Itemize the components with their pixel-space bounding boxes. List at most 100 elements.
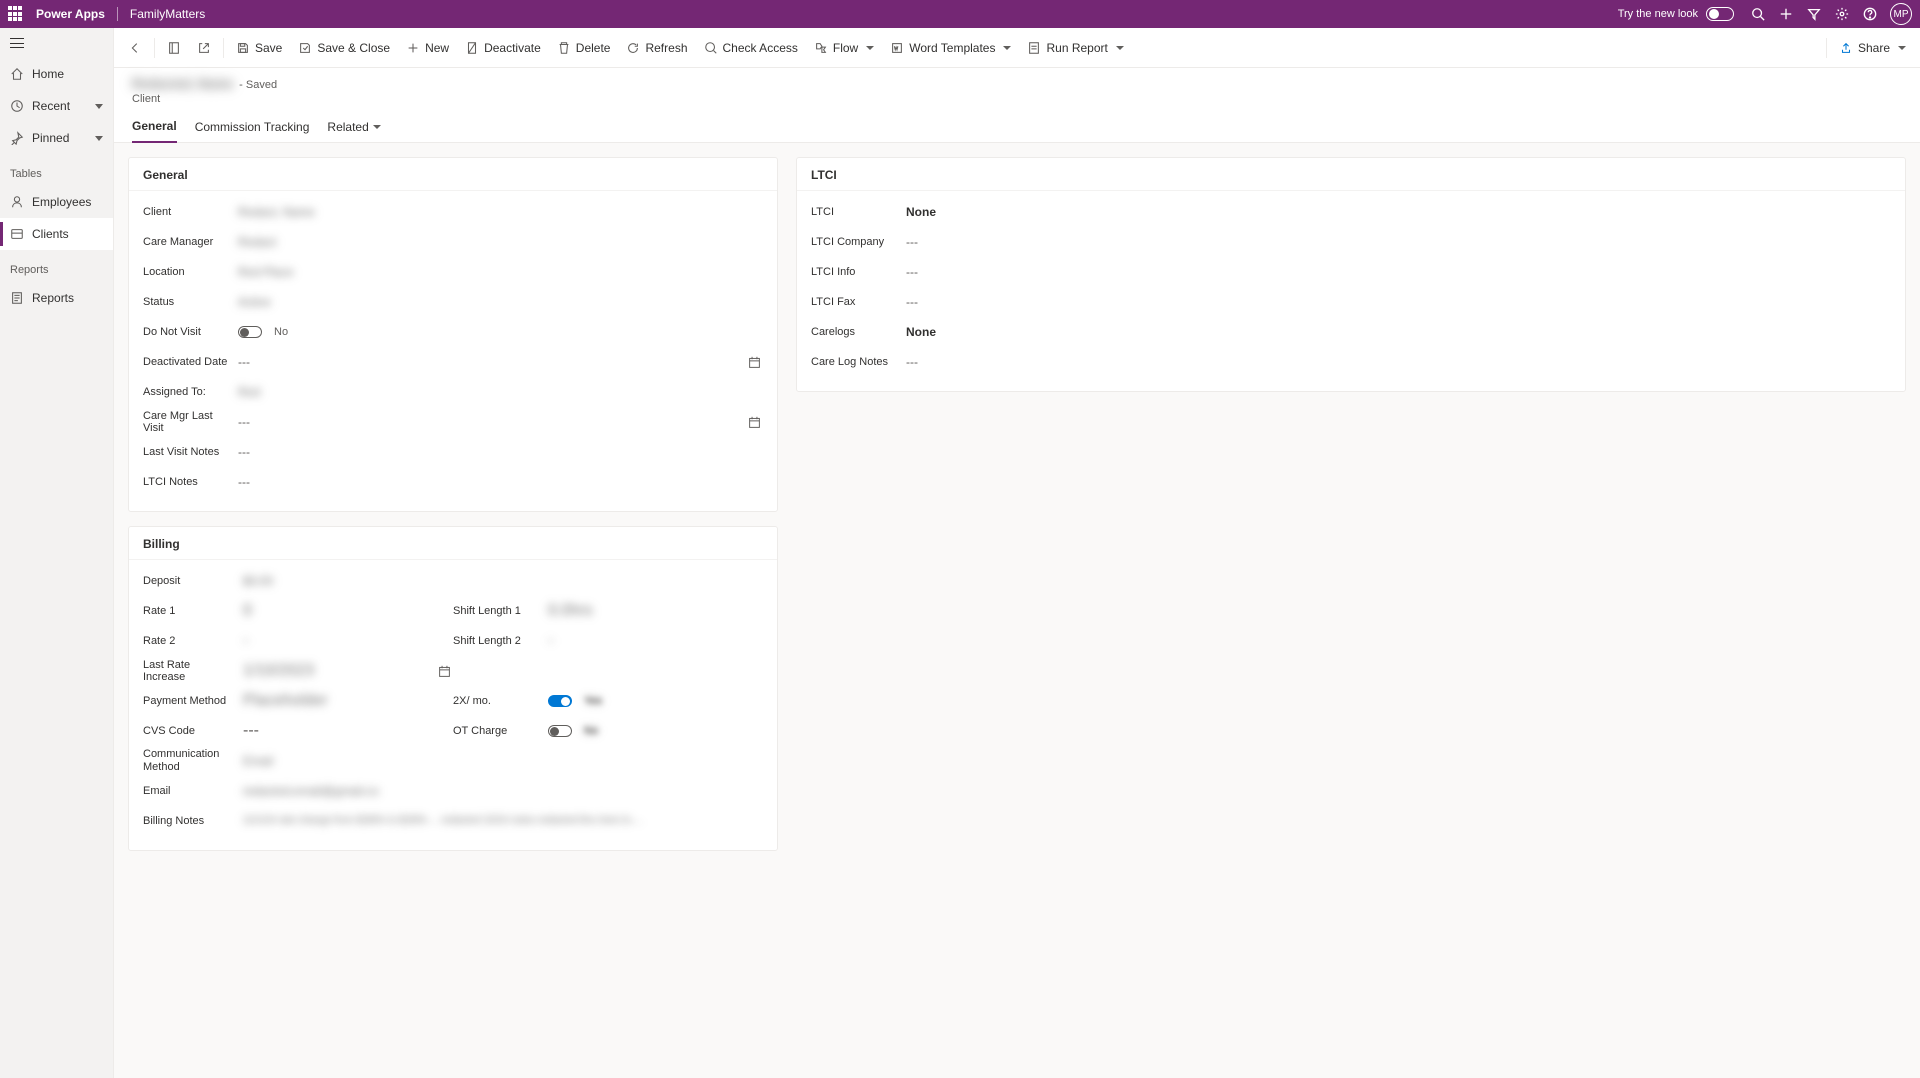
user-avatar[interactable]: MP bbox=[1890, 3, 1912, 25]
field-shift2-value[interactable]: - bbox=[548, 632, 763, 650]
field-shift2-label: Shift Length 2 bbox=[453, 635, 548, 647]
nav-section-reports: Reports bbox=[0, 250, 113, 282]
field-rate1-label: Rate 1 bbox=[143, 605, 243, 617]
field-client-label: Client bbox=[143, 206, 238, 218]
check-access-button[interactable]: Check Access bbox=[696, 32, 806, 64]
try-new-look-toggle[interactable] bbox=[1706, 7, 1734, 21]
field-ltci-label: LTCI bbox=[811, 206, 906, 218]
field-payment-method-value[interactable]: Placeholder bbox=[243, 692, 453, 710]
field-care-mgr-last-visit-value[interactable]: --- bbox=[238, 415, 763, 429]
field-deactivated-date-value[interactable]: --- bbox=[238, 355, 763, 369]
command-bar: Save Save & Close New Deactivate Delete … bbox=[114, 28, 1920, 68]
field-care-log-notes-value[interactable]: --- bbox=[906, 355, 1891, 369]
field-email-value[interactable]: redacted.email@gmail.co bbox=[243, 784, 763, 798]
field-ltci-notes-value[interactable]: --- bbox=[238, 475, 763, 489]
back-arrow-icon bbox=[128, 41, 142, 55]
flow-icon bbox=[814, 41, 828, 55]
field-client-value[interactable]: Redact, Name bbox=[238, 205, 763, 219]
app-launcher-icon[interactable] bbox=[8, 6, 24, 22]
calendar-icon[interactable] bbox=[748, 416, 761, 429]
save-button[interactable]: Save bbox=[228, 32, 290, 64]
field-ot-charge-value[interactable]: No bbox=[548, 725, 763, 737]
nav-clients[interactable]: Clients bbox=[0, 218, 113, 250]
field-shift1-value[interactable]: 0.0hrs bbox=[548, 602, 763, 620]
nav-home[interactable]: Home bbox=[0, 58, 113, 90]
field-location-value[interactable]: Red Place bbox=[238, 265, 763, 279]
tab-related[interactable]: Related bbox=[327, 113, 380, 142]
nav-recent[interactable]: Recent bbox=[0, 90, 113, 122]
filter-icon[interactable] bbox=[1802, 2, 1826, 26]
try-new-look[interactable]: Try the new look bbox=[1618, 7, 1734, 21]
field-care-manager-value[interactable]: Redact bbox=[238, 235, 763, 249]
nav-section-tables: Tables bbox=[0, 154, 113, 186]
word-templates-button[interactable]: Word Templates bbox=[882, 32, 1019, 64]
help-icon[interactable] bbox=[1858, 2, 1882, 26]
ot-charge-toggle[interactable] bbox=[548, 725, 572, 737]
open-new-window-button[interactable] bbox=[189, 32, 219, 64]
field-status-label: Status bbox=[143, 296, 238, 308]
save-close-button[interactable]: Save & Close bbox=[290, 32, 398, 64]
field-ltci-fax-value[interactable]: --- bbox=[906, 295, 1891, 309]
do-not-visit-toggle[interactable] bbox=[238, 326, 262, 338]
run-report-label: Run Report bbox=[1046, 41, 1107, 55]
flow-button[interactable]: Flow bbox=[806, 32, 882, 64]
field-do-not-visit-value[interactable]: No bbox=[238, 326, 763, 338]
tab-commission-tracking[interactable]: Commission Tracking bbox=[195, 113, 310, 142]
refresh-button[interactable]: Refresh bbox=[618, 32, 695, 64]
field-comm-method-label: Communication Method bbox=[143, 748, 243, 774]
deactivate-button[interactable]: Deactivate bbox=[457, 32, 549, 64]
environment-name[interactable]: FamilyMatters bbox=[130, 7, 205, 21]
new-label: New bbox=[425, 41, 449, 55]
trash-icon bbox=[557, 41, 571, 55]
field-2xmo-value[interactable]: Yes bbox=[548, 695, 763, 707]
chevron-down-icon bbox=[866, 46, 874, 50]
two-x-mo-toggle[interactable] bbox=[548, 695, 572, 707]
field-comm-method-value[interactable]: Email bbox=[243, 754, 763, 768]
sidebar-collapse-button[interactable] bbox=[0, 28, 113, 58]
clock-icon bbox=[10, 99, 24, 113]
field-rate2-value[interactable]: - bbox=[243, 632, 453, 650]
global-header: Power Apps FamilyMatters Try the new loo… bbox=[0, 0, 1920, 28]
nav-reports[interactable]: Reports bbox=[0, 282, 113, 314]
field-ltci-value[interactable]: None bbox=[906, 205, 1891, 219]
open-record-set-button[interactable] bbox=[159, 32, 189, 64]
back-button[interactable] bbox=[120, 32, 150, 64]
field-rate1-value[interactable]: 0 bbox=[243, 602, 453, 620]
field-shift1-label: Shift Length 1 bbox=[453, 605, 548, 617]
calendar-icon[interactable] bbox=[748, 356, 761, 369]
field-last-rate-increase-value[interactable]: 1/10/2023 bbox=[243, 662, 453, 680]
field-last-visit-notes-value[interactable]: --- bbox=[238, 445, 763, 459]
hamburger-icon bbox=[10, 38, 24, 48]
new-button[interactable]: New bbox=[398, 32, 457, 64]
record-title: Redacted, Name bbox=[132, 76, 233, 91]
save-close-icon bbox=[298, 41, 312, 55]
run-report-button[interactable]: Run Report bbox=[1019, 32, 1131, 64]
form-tabs: General Commission Tracking Related bbox=[114, 105, 1920, 143]
settings-icon[interactable] bbox=[1830, 2, 1854, 26]
field-deposit-value[interactable]: $0.00 bbox=[243, 574, 763, 588]
field-email-label: Email bbox=[143, 785, 243, 797]
field-cvs-code-value[interactable]: --- bbox=[243, 722, 453, 740]
word-templates-label: Word Templates bbox=[909, 41, 995, 55]
calendar-icon[interactable] bbox=[438, 665, 451, 678]
delete-button[interactable]: Delete bbox=[549, 32, 619, 64]
tab-general[interactable]: General bbox=[132, 113, 177, 143]
field-assigned-to-value[interactable]: Red bbox=[238, 385, 763, 399]
field-ltci-info-value[interactable]: --- bbox=[906, 265, 1891, 279]
field-assigned-to-label: Assigned To: bbox=[143, 386, 238, 398]
nav-pinned[interactable]: Pinned bbox=[0, 122, 113, 154]
field-ltci-company-value[interactable]: --- bbox=[906, 235, 1891, 249]
nav-employees[interactable]: Employees bbox=[0, 186, 113, 218]
search-icon[interactable] bbox=[1746, 2, 1770, 26]
field-carelogs-value[interactable]: None bbox=[906, 325, 1891, 339]
tab-commission-label: Commission Tracking bbox=[195, 120, 310, 134]
plus-icon[interactable] bbox=[1774, 2, 1798, 26]
record-entity-name: Client bbox=[132, 93, 1902, 105]
avatar-initials: MP bbox=[1894, 9, 1909, 20]
field-billing-notes-value[interactable]: 11/1/24 rate change from $28/hr to $29/h… bbox=[243, 815, 763, 827]
share-button[interactable]: Share bbox=[1831, 32, 1914, 64]
field-status-value[interactable]: Active bbox=[238, 295, 763, 309]
chevron-down-icon bbox=[1898, 46, 1906, 50]
share-icon bbox=[1839, 41, 1853, 55]
field-do-not-visit-label: Do Not Visit bbox=[143, 326, 238, 338]
